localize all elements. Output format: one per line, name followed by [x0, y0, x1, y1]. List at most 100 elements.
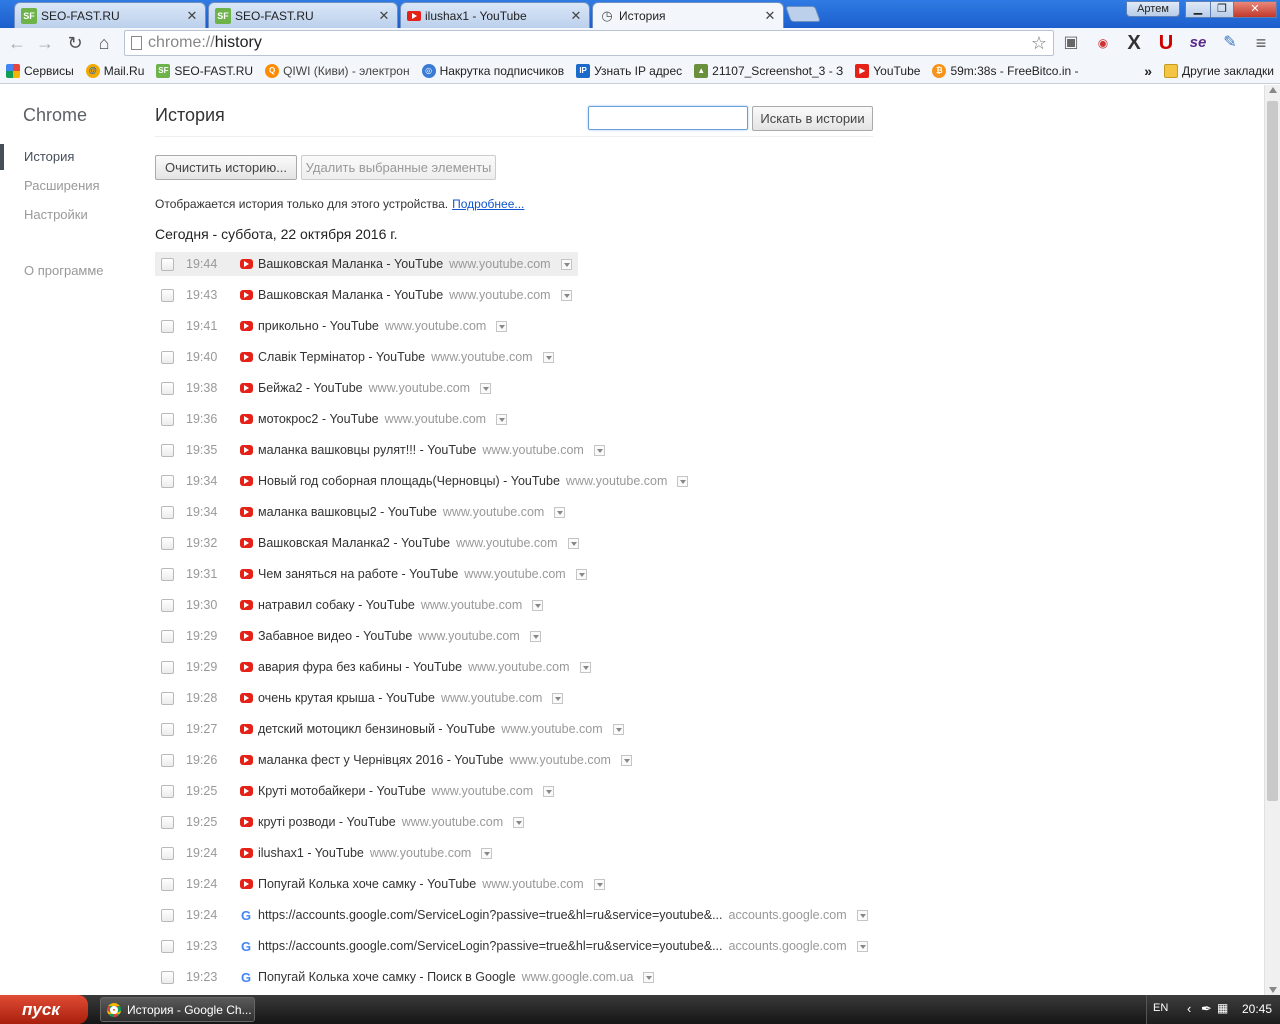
scroll-down-arrow-icon[interactable] [1269, 987, 1277, 993]
entry-checkbox[interactable] [161, 660, 174, 674]
entry-title-link[interactable]: круті розводи - YouTube [258, 815, 396, 829]
history-entry[interactable]: 19:43 Вашковская Маланка - YouTube www.you… [155, 283, 578, 307]
entry-menu-dropdown-icon[interactable] [579, 661, 591, 673]
entry-menu-dropdown-icon[interactable] [513, 816, 525, 828]
history-entry[interactable]: 19:35 маланка вашковцы рулят!!! - YouTube… [155, 438, 611, 462]
entry-title-link[interactable]: Забавное видео - YouTube [258, 629, 412, 643]
history-entry[interactable]: 19:27 детский мотоцикл бензиновый - YouTu… [155, 717, 630, 741]
sidebar-item-about[interactable]: О программе [24, 263, 104, 278]
entry-title-link[interactable]: Попугай Колька хоче самку - YouTube [258, 877, 476, 891]
entry-title-link[interactable]: детский мотоцикл бензиновый - YouTube [258, 722, 495, 736]
other-bookmarks-folder[interactable]: Другие закладки [1158, 60, 1280, 82]
entry-checkbox[interactable] [161, 474, 174, 488]
entry-menu-dropdown-icon[interactable] [567, 537, 579, 549]
entry-checkbox[interactable] [161, 722, 174, 736]
entry-checkbox[interactable] [161, 846, 174, 860]
entry-checkbox[interactable] [161, 412, 174, 426]
entry-checkbox[interactable] [161, 443, 174, 457]
entry-title-link[interactable]: маланка вашковцы2 - YouTube [258, 505, 437, 519]
entry-title-link[interactable]: авария фура без кабины - YouTube [258, 660, 462, 674]
bookmark-freebitco[interactable]: ₿ 59m:38s - FreeBitco.in - [926, 60, 1084, 82]
entry-menu-dropdown-icon[interactable] [496, 413, 508, 425]
search-history-button[interactable]: Искать в истории [752, 106, 873, 131]
entry-menu-dropdown-icon[interactable] [496, 320, 508, 332]
bookmark-screenshot[interactable]: ▲ 21107_Screenshot_3 - З [688, 60, 849, 82]
history-entry[interactable]: 19:24 Попугай Колька хоче самку - YouTube… [155, 872, 611, 896]
tab-seo-fast-2[interactable]: SF SEO-FAST.RU ✕ [208, 2, 398, 28]
learn-more-link[interactable]: Подробнее... [452, 197, 524, 211]
extension-screenshot-icon[interactable]: ✎ [1219, 32, 1241, 54]
tab-seo-fast-1[interactable]: SF SEO-FAST.RU ✕ [14, 2, 206, 28]
bookmark-ip[interactable]: IP Узнать IP адрес [570, 60, 688, 82]
tab-close-icon[interactable]: ✕ [569, 8, 583, 24]
entry-title-link[interactable]: Вашковская Маланка2 - YouTube [258, 536, 450, 550]
maximize-button[interactable]: ❐ [1210, 1, 1234, 18]
entry-menu-dropdown-icon[interactable] [481, 847, 493, 859]
extension-u-icon[interactable]: U [1155, 32, 1177, 54]
entry-menu-dropdown-icon[interactable] [554, 506, 566, 518]
language-indicator[interactable]: EN [1153, 1002, 1168, 1014]
entry-menu-dropdown-icon[interactable] [532, 599, 544, 611]
bookmark-mailru[interactable]: @ Mail.Ru [80, 60, 151, 82]
entry-checkbox[interactable] [161, 815, 174, 829]
tab-history[interactable]: ◷ История ✕ [592, 2, 784, 28]
tray-calendar-icon[interactable]: ▦ [1217, 1001, 1228, 1015]
history-entry[interactable]: 19:26 маланка фест у Чернівцях 2016 - You… [155, 748, 638, 772]
entry-menu-dropdown-icon[interactable] [542, 351, 554, 363]
history-entry[interactable]: 19:30 натравил собаку - YouTube www.youtub… [155, 593, 549, 617]
bookmark-subscribers[interactable]: ◎ Накрутка подписчиков [416, 60, 571, 82]
entry-title-link[interactable]: маланка фест у Чернівцях 2016 - YouTube [258, 753, 504, 767]
tab-close-icon[interactable]: ✕ [377, 8, 391, 24]
entry-title-link[interactable]: Новый год соборная площадь(Черновцы) - Y… [258, 474, 560, 488]
entry-checkbox[interactable] [161, 288, 174, 302]
entry-menu-dropdown-icon[interactable] [560, 289, 572, 301]
scroll-up-arrow-icon[interactable] [1269, 87, 1277, 93]
page-scrollbar[interactable] [1264, 85, 1280, 995]
history-entry[interactable]: 19:29 авария фура без кабины - YouTube www… [155, 655, 597, 679]
entry-menu-dropdown-icon[interactable] [856, 940, 868, 952]
taskbar-chrome-window[interactable]: История - Google Ch... [100, 997, 255, 1022]
entry-menu-dropdown-icon[interactable] [612, 723, 624, 735]
entry-checkbox[interactable] [161, 784, 174, 798]
entry-checkbox[interactable] [161, 691, 174, 705]
entry-menu-dropdown-icon[interactable] [552, 692, 564, 704]
back-arrow-icon[interactable]: ← [6, 32, 28, 54]
extension-x-icon[interactable]: X [1123, 32, 1145, 54]
reload-icon[interactable]: ↻ [64, 32, 86, 54]
history-entry[interactable]: 19:24 Ghttps://accounts.google.com/Servic… [155, 903, 874, 927]
entry-menu-dropdown-icon[interactable] [643, 971, 655, 983]
extension-cube-icon[interactable]: ▣ [1060, 32, 1082, 54]
entry-title-link[interactable]: Вашковская Маланка - YouTube [258, 257, 443, 271]
entry-checkbox[interactable] [161, 598, 174, 612]
history-entry[interactable]: 19:29 Забавное видео - YouTube www.youtube… [155, 624, 547, 648]
entry-checkbox[interactable] [161, 629, 174, 643]
system-clock[interactable]: 20:45 [1242, 1002, 1272, 1016]
entry-title-link[interactable]: прикольно - YouTube [258, 319, 379, 333]
tab-close-icon[interactable]: ✕ [185, 8, 199, 24]
entry-menu-dropdown-icon[interactable] [480, 382, 492, 394]
tab-close-icon[interactable]: ✕ [763, 8, 777, 24]
history-entry[interactable]: 19:41 прикольно - YouTube www.youtube.com [155, 314, 513, 338]
entry-menu-dropdown-icon[interactable] [677, 475, 689, 487]
minimize-button[interactable]: ▁ [1185, 1, 1211, 18]
profile-button[interactable]: Артем [1126, 1, 1180, 17]
menu-icon[interactable]: ≡ [1250, 32, 1272, 54]
entry-menu-dropdown-icon[interactable] [575, 568, 587, 580]
entry-menu-dropdown-icon[interactable] [593, 878, 605, 890]
entry-menu-dropdown-icon[interactable] [560, 258, 572, 270]
entry-menu-dropdown-icon[interactable] [543, 785, 555, 797]
sidebar-item-extensions[interactable]: Расширения [24, 178, 100, 193]
entry-checkbox[interactable] [161, 877, 174, 891]
bookmark-qiwi[interactable]: Q QIWI (Киви) - электрон [259, 60, 415, 82]
new-tab-button[interactable] [785, 6, 821, 22]
tray-arrow-icon[interactable]: ‹ [1187, 1001, 1191, 1016]
entry-title-link[interactable]: ilushax1 - YouTube [258, 846, 364, 860]
history-entry[interactable]: 19:44 Вашковская Маланка - YouTube www.you… [155, 252, 578, 276]
history-entry[interactable]: 19:32 Вашковская Маланка2 - YouTube www.yo… [155, 531, 585, 555]
entry-title-link[interactable]: маланка вашковцы рулят!!! - YouTube [258, 443, 476, 457]
entry-title-link[interactable]: Славік Термінатор - YouTube [258, 350, 425, 364]
entry-title-link[interactable]: https://accounts.google.com/ServiceLogin… [258, 939, 723, 953]
bookmark-youtube[interactable]: ▶ YouTube [849, 60, 926, 82]
sidebar-item-settings[interactable]: Настройки [24, 207, 88, 222]
clear-history-button[interactable]: Очистить историю... [155, 155, 297, 180]
